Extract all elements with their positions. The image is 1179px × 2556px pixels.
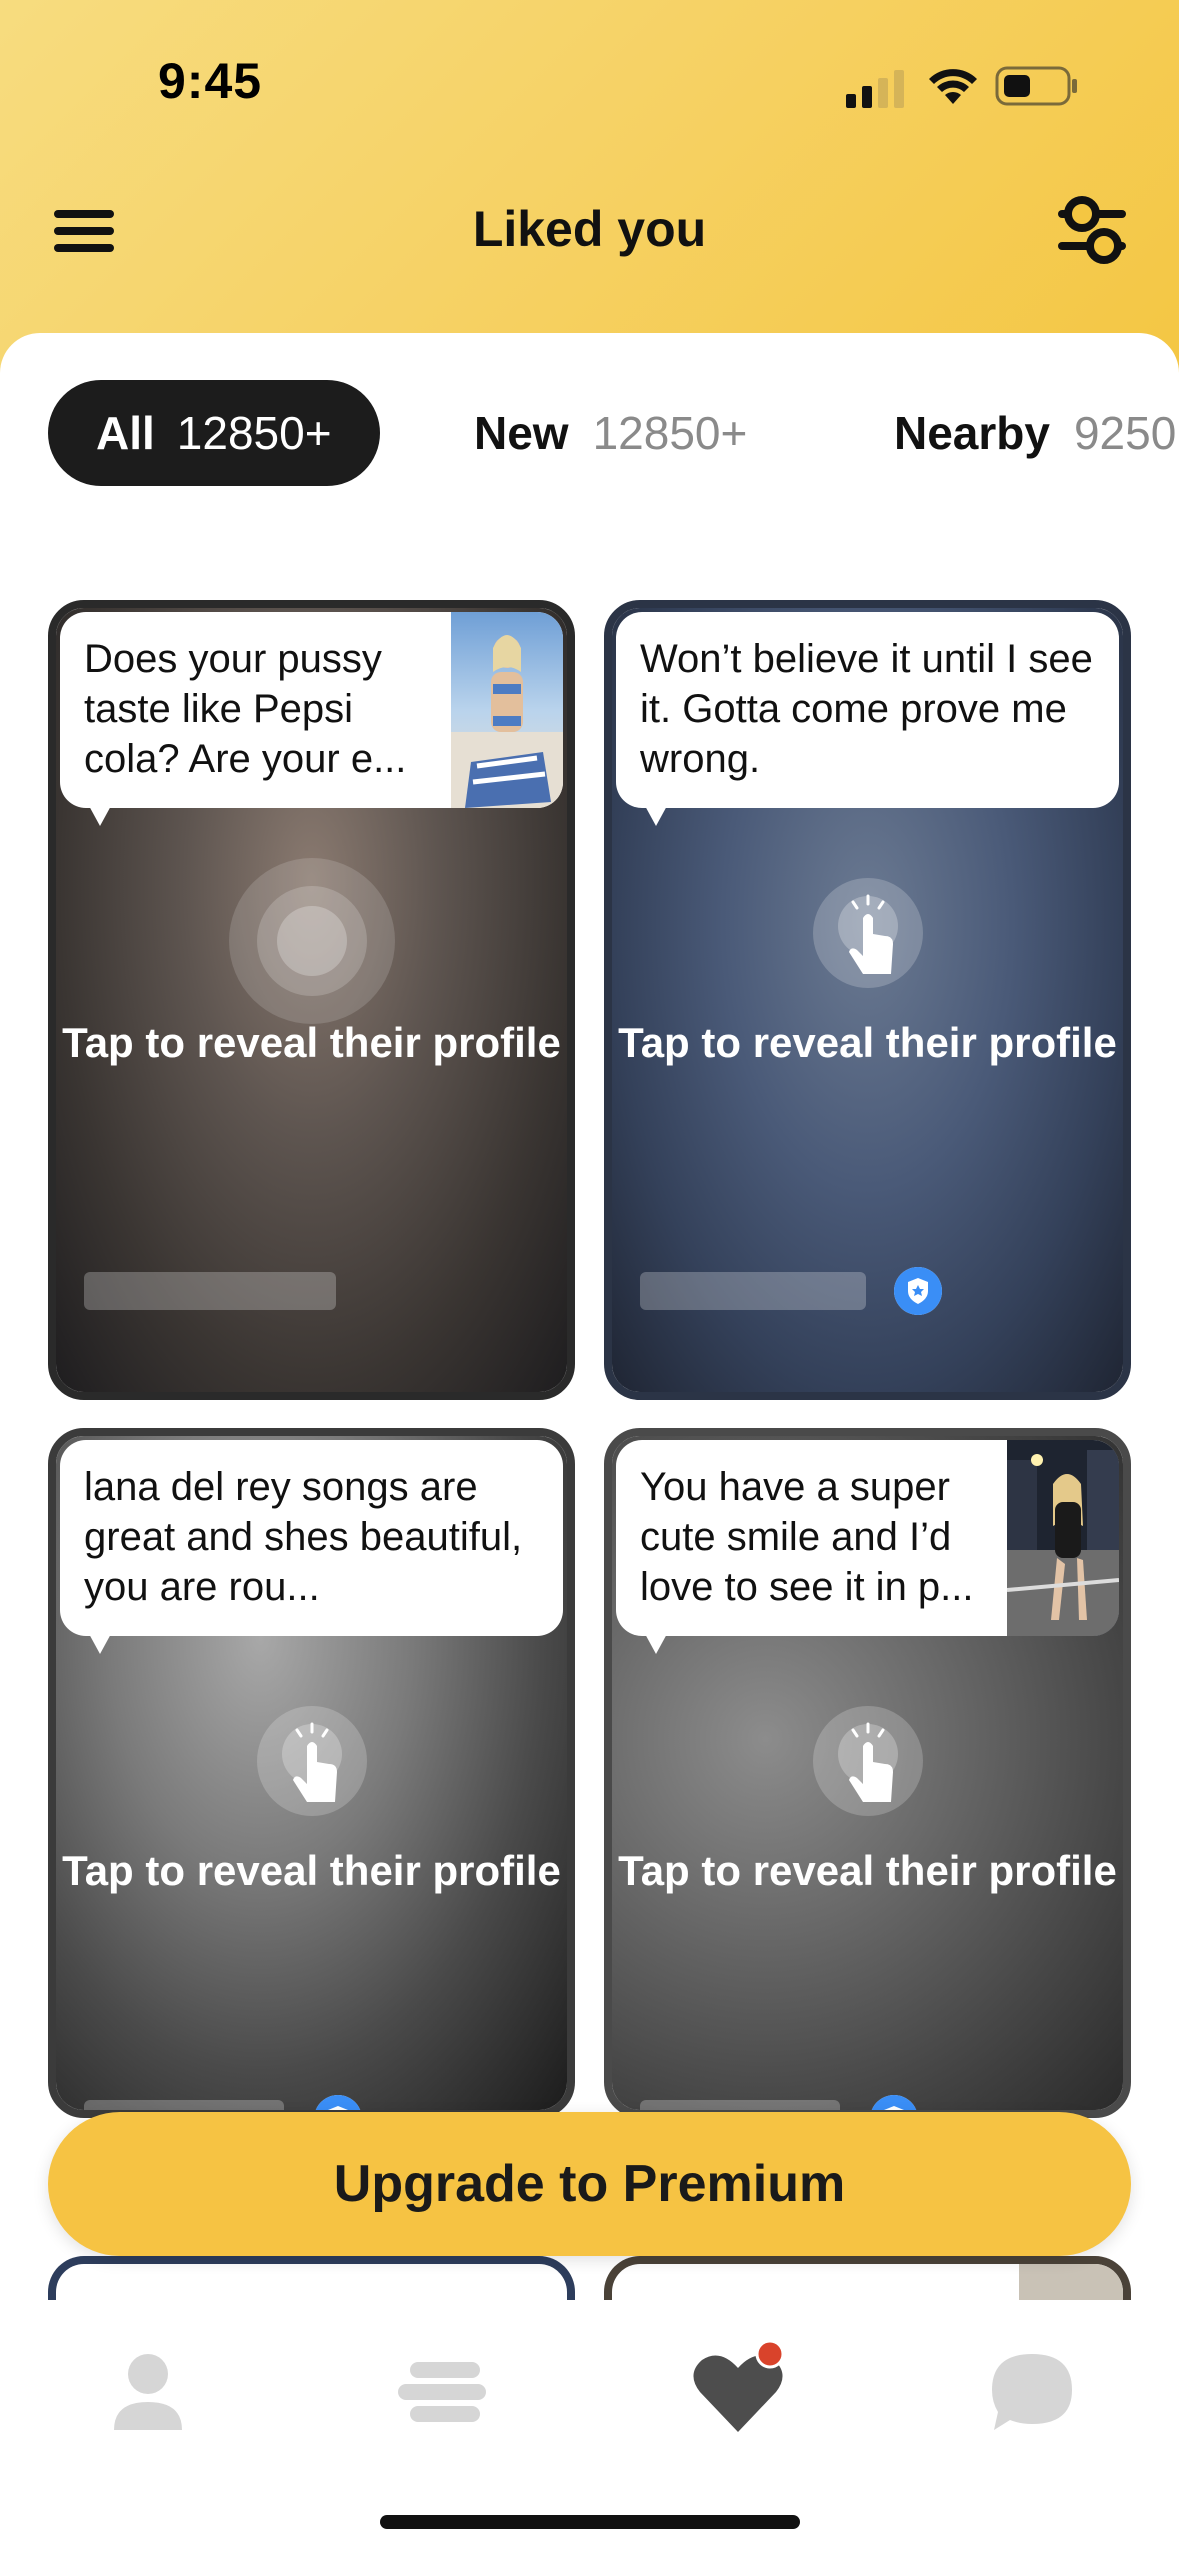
verified-badge-icon	[894, 1267, 942, 1315]
filter-tabs: All 12850+ New 12850+ Nearby 9250	[0, 380, 1179, 486]
tab-count: 12850+	[592, 407, 748, 459]
bubble-tail	[88, 1632, 112, 1654]
tab-new[interactable]: New 12850+	[474, 380, 747, 486]
page-title: Liked you	[472, 201, 707, 257]
notification-dot	[755, 2340, 785, 2369]
message-thumbnail-photo	[1007, 1440, 1119, 1636]
tab-label: Nearby	[894, 407, 1050, 459]
tap-hand-icon	[812, 1706, 923, 1816]
message-bubble: You have a super cute smile and I’d love…	[616, 1440, 1119, 1654]
liked-card[interactable]: You have a super cute smile and I’d love…	[604, 1428, 1131, 2118]
home-indicator	[380, 2515, 800, 2529]
status-bar: 9:45	[0, 0, 1179, 170]
tab-count: 12850+	[176, 407, 332, 459]
bubble-tail	[644, 1632, 668, 1654]
tap-to-reveal-text: Tap to reveal their profile	[62, 1019, 561, 1066]
tab-nearby[interactable]: Nearby 9250	[894, 380, 1176, 486]
message-bubble: Won’t believe it until I see it. Gotta c…	[616, 612, 1119, 826]
chat-icon[interactable]	[982, 2340, 1082, 2440]
liked-card[interactable]: lana del rey songs are great and shes be…	[48, 1428, 575, 2118]
profile-icon[interactable]	[98, 2340, 198, 2440]
discover-icon[interactable]	[392, 2340, 492, 2440]
tab-label: All	[96, 407, 155, 459]
wifi-icon	[929, 69, 977, 104]
hidden-name-placeholder	[84, 1272, 336, 1310]
message-text: Does your pussy taste like Pepsi cola? A…	[84, 637, 407, 781]
top-nav-bar: Liked you	[0, 170, 1179, 320]
tab-count: 9250	[1073, 407, 1177, 459]
tap-to-reveal-text: Tap to reveal their profile	[618, 1019, 1117, 1066]
heart-icon[interactable]	[688, 2340, 798, 2440]
bubble-tail	[644, 804, 668, 826]
message-text: lana del rey songs are great and shes be…	[84, 1465, 523, 1609]
upgrade-to-premium-button[interactable]: Upgrade to Premium	[48, 2112, 1131, 2256]
tap-to-reveal-text: Tap to reveal their profile	[62, 1847, 561, 1894]
filter-icon[interactable]	[1056, 192, 1128, 268]
message-text: You have a super cute smile and I’d love…	[640, 1465, 974, 1609]
status-time: 9:45	[158, 53, 263, 109]
tab-all[interactable]: All 12850+	[48, 380, 380, 486]
tab-label: New	[474, 407, 569, 459]
hidden-name-placeholder	[640, 1272, 866, 1310]
message-bubble: Does your pussy taste like Pepsi cola? A…	[60, 612, 563, 826]
tap-to-reveal-text: Tap to reveal their profile	[618, 1847, 1117, 1894]
tap-hand-icon	[812, 878, 923, 988]
message-bubble: lana del rey songs are great and shes be…	[60, 1440, 563, 1654]
tap-hand-icon	[256, 1706, 367, 1816]
liked-card[interactable]: Won’t believe it until I see it. Gotta c…	[604, 600, 1131, 1400]
message-thumbnail-photo	[451, 612, 563, 808]
liked-card[interactable]: Does your pussy taste like Pepsi cola? A…	[48, 600, 575, 1400]
bubble-tail	[88, 804, 112, 826]
cellular-signal-icon	[846, 70, 904, 108]
battery-icon	[995, 66, 1077, 106]
message-text: Won’t believe it until I see it. Gotta c…	[640, 637, 1093, 781]
reveal-pulse-icon	[228, 858, 395, 1024]
